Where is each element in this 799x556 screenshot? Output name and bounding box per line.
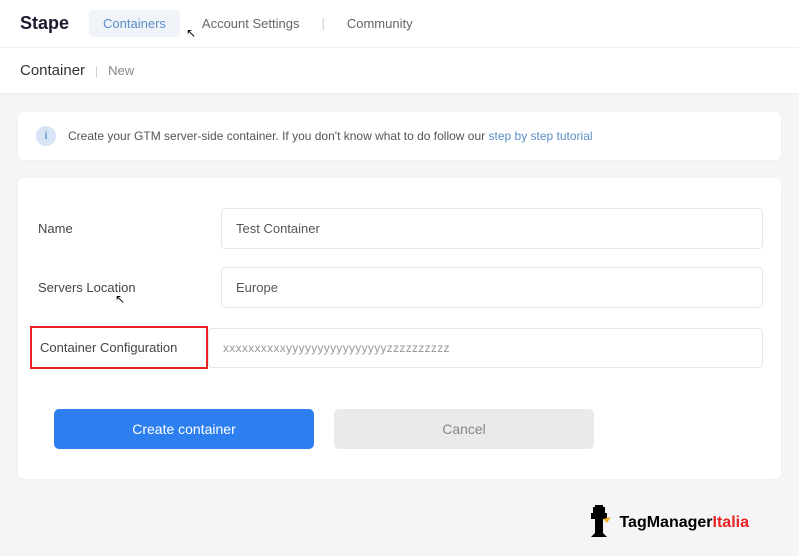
config-input[interactable] <box>208 328 763 368</box>
name-input[interactable] <box>221 208 763 249</box>
nav-community[interactable]: Community <box>333 10 427 37</box>
footer-brand: TagManagerItalia <box>585 505 749 541</box>
breadcrumb-separator: | <box>95 64 98 78</box>
create-container-button[interactable]: Create container <box>54 409 314 449</box>
nav-account-settings[interactable]: Account Settings <box>188 10 314 37</box>
button-row: Create container Cancel <box>36 409 763 449</box>
name-label: Name <box>36 221 221 236</box>
breadcrumb-container: Container <box>20 62 85 79</box>
breadcrumb: Container | New <box>0 48 799 94</box>
content-area: i Create your GTM server-side container.… <box>0 94 799 497</box>
cancel-button[interactable]: Cancel <box>334 409 594 449</box>
top-header: Stape Containers Account Settings | Comm… <box>0 0 799 48</box>
nav-containers[interactable]: Containers <box>89 10 180 37</box>
nav-separator: | <box>321 16 324 31</box>
form-card: Name Servers Location Container Configur… <box>18 178 781 479</box>
tutorial-link[interactable]: step by step tutorial <box>489 129 593 143</box>
info-icon: i <box>36 126 56 146</box>
main-nav: Containers Account Settings | Community <box>89 10 427 37</box>
name-row: Name <box>36 208 763 249</box>
bird-icon <box>585 505 613 541</box>
info-text: Create your GTM server-side container. I… <box>68 129 593 143</box>
location-row: Servers Location <box>36 267 763 308</box>
breadcrumb-new: New <box>108 63 134 78</box>
logo: Stape <box>20 13 69 34</box>
info-banner: i Create your GTM server-side container.… <box>18 112 781 160</box>
config-label: Container Configuration <box>30 326 208 369</box>
location-input[interactable] <box>221 267 763 308</box>
location-label: Servers Location <box>36 280 221 295</box>
config-row: Container Configuration <box>36 326 763 369</box>
